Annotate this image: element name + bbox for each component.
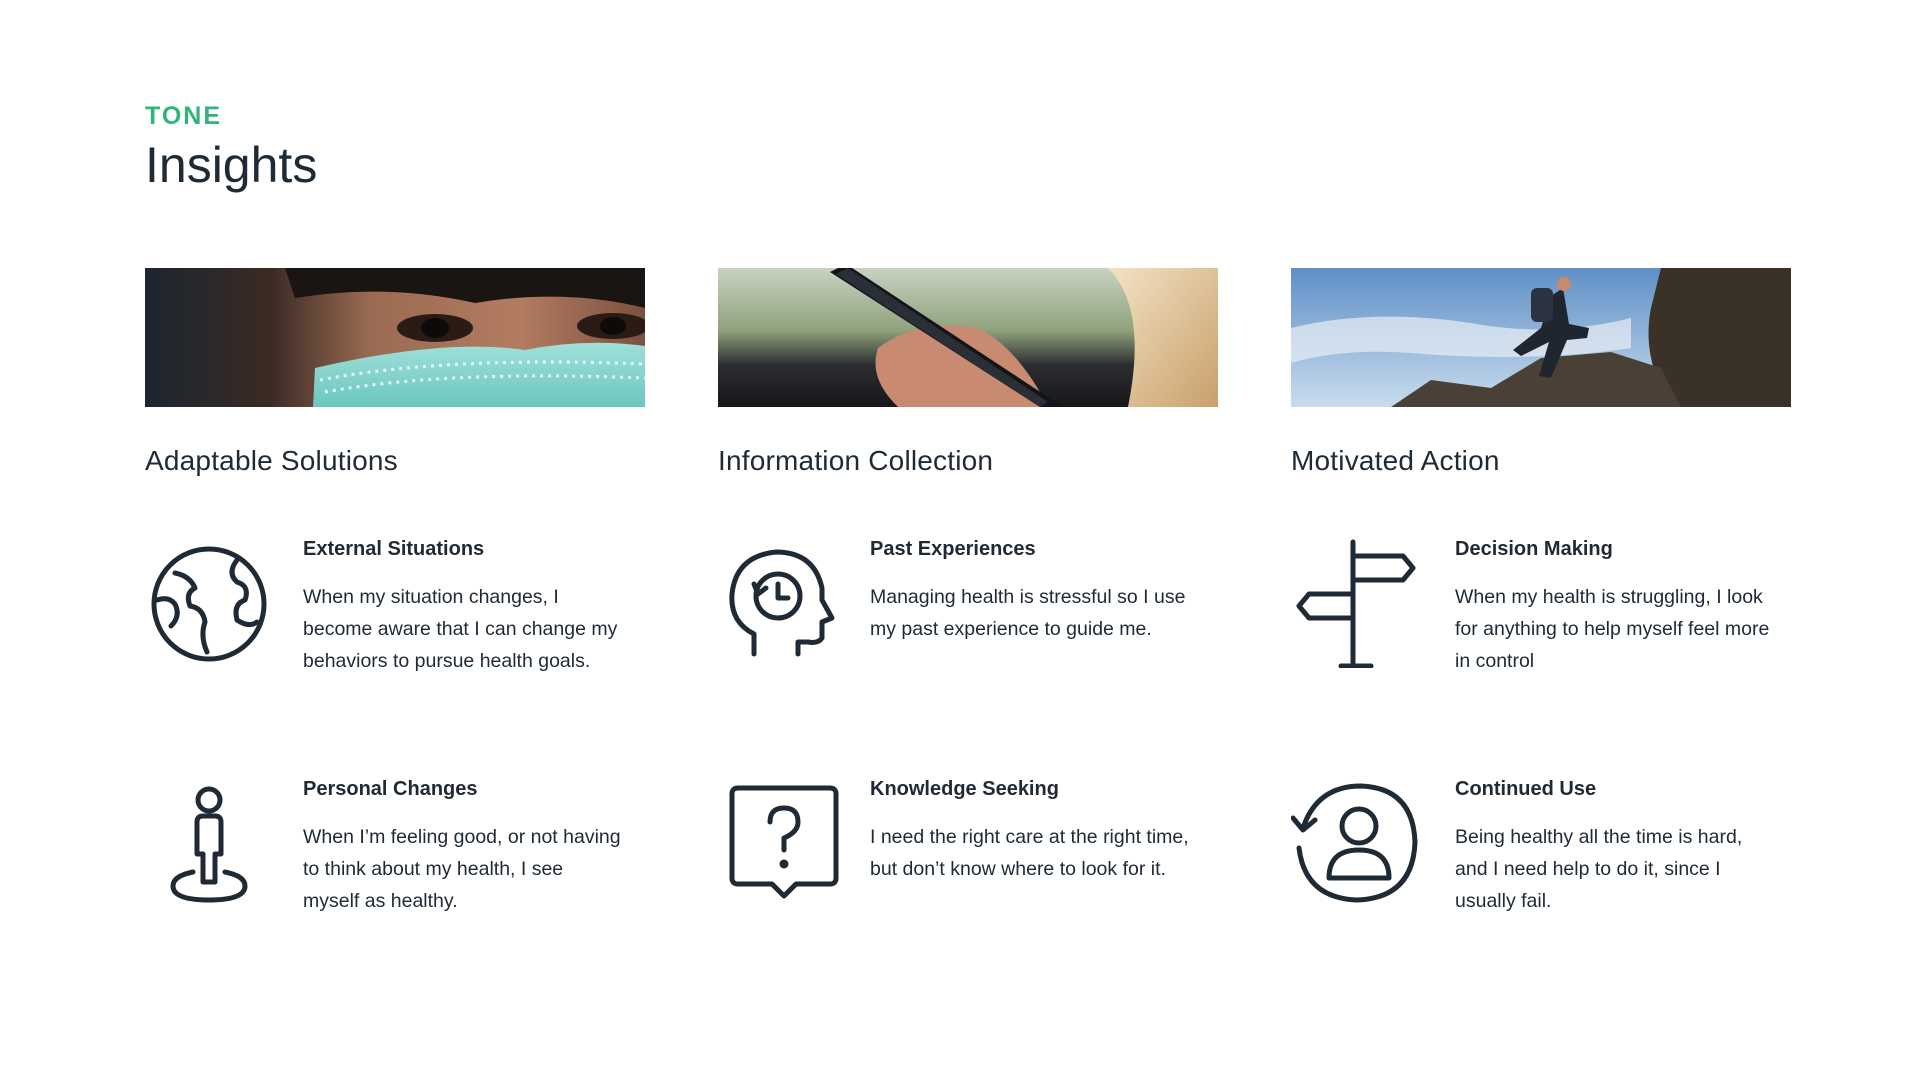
hiker-climbing-photo xyxy=(1291,268,1791,407)
column-information-collection: Information Collection Past Experiences … xyxy=(718,268,1218,899)
signpost-icon xyxy=(1291,538,1421,669)
insight-heading: Personal Changes xyxy=(303,778,478,800)
insight-heading: Continued Use xyxy=(1455,778,1597,800)
insight-body: When my situation changes, I become awar… xyxy=(303,586,618,672)
column-title: Motivated Action xyxy=(1291,445,1500,476)
insight-body: I need the right care at the right time,… xyxy=(870,826,1189,880)
column-motivated-action: Motivated Action Decision Making When my… xyxy=(1290,268,1791,912)
head-history-icon xyxy=(718,538,848,668)
person-location-pin-icon xyxy=(145,778,275,908)
insight-heading: Decision Making xyxy=(1455,538,1613,560)
column-title: Information Collection xyxy=(718,445,994,476)
insight-heading: External Situations xyxy=(303,538,485,560)
column-title: Adaptable Solutions xyxy=(145,445,398,476)
insight-heading: Past Experiences xyxy=(870,538,1036,560)
question-bubble-icon xyxy=(718,778,848,908)
column-adaptable-solutions: Adaptable Solutions External Situations … xyxy=(145,268,645,912)
insight-body: When I’m feeling good, or not having to … xyxy=(303,826,621,912)
insight-body: Managing health is stressful so I use my… xyxy=(870,586,1186,640)
page-title: Insights xyxy=(145,137,318,193)
eyebrow-label: TONE xyxy=(145,102,222,130)
phone-in-hand-photo xyxy=(718,268,1218,407)
insight-heading: Knowledge Seeking xyxy=(870,778,1059,800)
face-mask-photo xyxy=(145,268,645,407)
user-refresh-icon xyxy=(1290,778,1421,908)
globe-icon xyxy=(145,538,275,668)
insight-body: Being healthy all the time is hard, and … xyxy=(1455,826,1743,912)
insight-body: When my health is struggling, I look for… xyxy=(1455,586,1770,672)
